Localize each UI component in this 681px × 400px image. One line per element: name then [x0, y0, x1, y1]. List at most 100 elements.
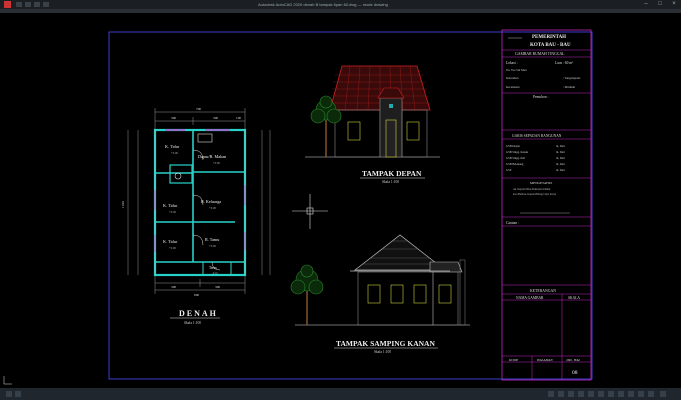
osnap-icon[interactable]	[588, 391, 594, 397]
maximize-button[interactable]: □	[654, 0, 666, 9]
garis-row-value: m, Dari	[556, 150, 565, 154]
garis-row-value: m, Dari	[556, 162, 565, 166]
annotation-scale-icon[interactable]	[608, 391, 614, 397]
title-bar: Autodesk AutoCAD 2020 denah B tampak 6pa…	[0, 0, 681, 9]
fullscreen-icon[interactable]	[638, 391, 644, 397]
front-door	[385, 119, 397, 158]
garis-row-value: m, Dari	[556, 144, 565, 148]
room-label: K. Tidur	[165, 144, 180, 149]
luas-value: Luas : 60 m²	[555, 61, 573, 65]
toilet-symbol	[174, 172, 182, 180]
model-tab-icon[interactable]	[6, 391, 12, 397]
room-label: K. Tidur	[163, 239, 178, 244]
dimension-label: 100	[236, 116, 241, 120]
room-level: +0.00	[171, 151, 178, 155]
dimension-lines	[127, 108, 271, 294]
lineweight-icon[interactable]	[598, 391, 604, 397]
garis-row-label: GSB Smpg. Kiri	[506, 156, 525, 160]
crosshair-cursor	[292, 194, 328, 229]
room-label: K. Tidur	[163, 203, 178, 208]
footer-jml: JML. HAL	[566, 358, 580, 362]
plan-scale: Skala 1:100	[184, 321, 201, 325]
front-view: TAMPAK DEPAN Skala 1:100	[305, 65, 440, 184]
kecamatan-value: : Murhum	[563, 85, 576, 89]
side-window	[413, 284, 427, 304]
dimension-label: 300	[215, 285, 220, 289]
grid-icon[interactable]	[548, 391, 554, 397]
room-label: Dapur/R. Makan	[198, 154, 227, 159]
drawing-canvas[interactable]: K. Tidur +0.00 Dapur/R. Makan +0.00 K. T…	[0, 13, 681, 388]
open-icon[interactable]	[25, 2, 31, 7]
col-skala-header: SKALA	[568, 296, 580, 300]
front-vent	[389, 104, 393, 108]
footer-kode: KODE	[508, 358, 519, 362]
settings-icon[interactable]	[628, 391, 634, 397]
side-roof-right	[429, 261, 463, 273]
title-block-frame	[501, 29, 592, 381]
room-level: +0.00	[209, 206, 216, 210]
minimize-button[interactable]: –	[640, 0, 652, 9]
front-window	[347, 121, 361, 141]
floor-plan: K. Tidur +0.00 Dapur/R. Makan +0.00 K. T…	[121, 107, 271, 325]
mengetahui-line: kota Baubau, Kapala Bidang Cipta Karya	[513, 193, 557, 196]
plan-title: DENAH	[179, 309, 218, 318]
side-window	[438, 284, 452, 304]
front-view-scale: Skala 1:100	[382, 180, 399, 184]
menu-icon[interactable]	[660, 391, 666, 397]
dimension-label: 1100	[121, 201, 125, 208]
snap-icon[interactable]	[558, 391, 564, 397]
door-swing	[192, 234, 204, 246]
garis-row-label: GSB Belakang	[506, 162, 524, 166]
dimension-label: 300	[213, 116, 218, 120]
front-wall-left	[334, 109, 381, 158]
drawing-svg: K. Tidur +0.00 Dapur/R. Makan +0.00 K. T…	[3, 29, 593, 385]
side-wall-extension	[432, 271, 459, 326]
pemohon-label: Pemohon :	[533, 95, 548, 99]
mengetahui-label: MENGETAHUI	[530, 181, 553, 185]
catatan-label: Catatan :	[506, 221, 519, 225]
sheet-number: 08	[572, 370, 578, 376]
app-icon[interactable]	[4, 1, 11, 8]
drawing-subtitle: GAMBAR RUMAH TINGGAL	[515, 52, 565, 56]
room-level: +0.00	[209, 244, 216, 248]
front-window	[406, 121, 420, 141]
room-level: +0.00	[213, 161, 220, 165]
new-icon[interactable]	[16, 2, 22, 7]
front-view-title: TAMPAK DEPAN	[362, 169, 422, 178]
dimension-label: 300	[171, 285, 176, 289]
dimension-label: 700	[196, 107, 201, 111]
room-level: -0.10	[212, 272, 218, 275]
front-wall-right	[401, 109, 428, 158]
plan-bathroom	[169, 164, 193, 184]
kecamatan-label: Kecamatan	[506, 85, 520, 89]
garis-title: GARIS SEPADAN BANGUNAN	[512, 134, 562, 138]
undo-icon[interactable]	[43, 2, 49, 7]
garis-row-label: GSP	[506, 168, 512, 172]
side-window	[390, 284, 404, 304]
tree	[290, 264, 324, 325]
keterangan-label: KETERANGAN	[530, 289, 556, 293]
room-level: +0.00	[169, 246, 176, 250]
dimension-label: 300	[171, 116, 176, 120]
save-icon[interactable]	[34, 2, 40, 7]
room-label: Teras	[209, 266, 217, 270]
side-view: TAMPAK SAMPING KANAN Skala 1:100	[290, 234, 470, 354]
header-line-2: KOTA BAU - BAU	[530, 43, 571, 48]
ortho-icon[interactable]	[568, 391, 574, 397]
kitchen-sink	[197, 133, 213, 143]
polar-icon[interactable]	[578, 391, 584, 397]
garis-row-label: GSB Smpg. Kanan	[506, 150, 529, 154]
ucs-icon	[3, 376, 12, 385]
side-view-title: TAMPAK SAMPING KANAN	[336, 339, 435, 348]
dimension-label: 600	[194, 293, 199, 297]
close-button[interactable]: ×	[668, 0, 680, 9]
layout-tab-icon[interactable]	[15, 391, 21, 397]
workspace-icon[interactable]	[618, 391, 624, 397]
status-bar	[0, 388, 681, 400]
side-window	[367, 284, 381, 304]
footer-halaman: HALAMAN	[536, 358, 553, 362]
customize-icon[interactable]	[648, 391, 654, 397]
room-level: +0.00	[169, 210, 176, 214]
mengetahui-line: An. Kepala Dinas Pekerjaan Umum	[513, 188, 550, 191]
room-label: R. Tamu	[205, 237, 220, 242]
